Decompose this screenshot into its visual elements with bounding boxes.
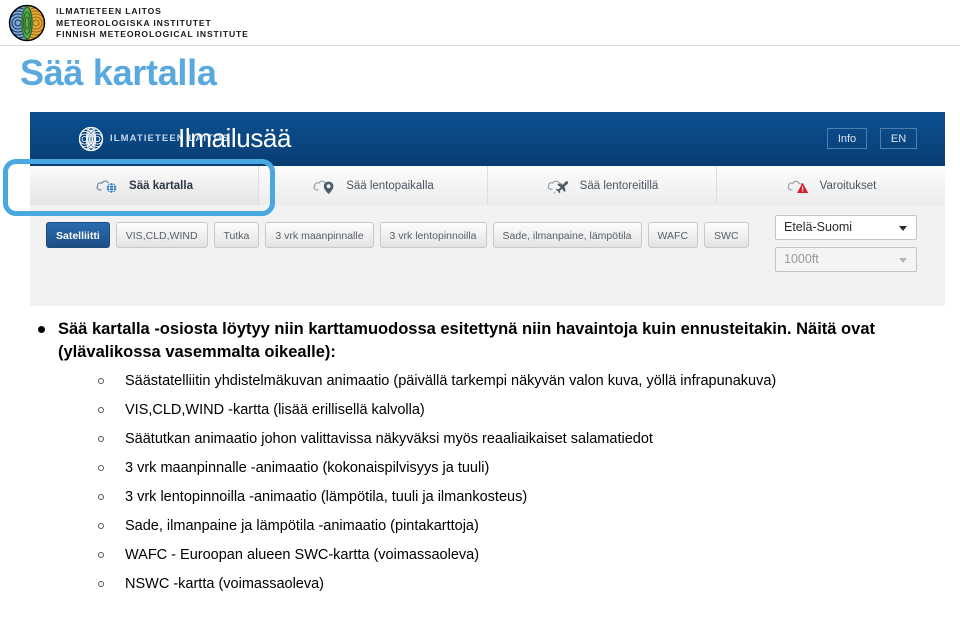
list-item-text: WAFC - Euroopan alueen SWC-kartta (voima… — [125, 547, 480, 563]
tab-label: Sää kartalla — [129, 179, 193, 192]
list-item: NSWC -kartta (voimassaoleva) — [0, 575, 960, 593]
layer-button-wafc[interactable]: WAFC — [647, 222, 699, 248]
app-tab-bar: Sää kartalla Sää lentopaikalla Sää lento… — [30, 166, 945, 206]
list-item-text: NSWC -kartta (voimassaoleva) — [125, 576, 325, 592]
region-select[interactable]: Etelä-Suomi — [775, 215, 917, 240]
tab-saa-lentoreitilla[interactable]: Sää lentoreitillä — [488, 166, 717, 205]
level-select[interactable]: 1000ft — [775, 247, 917, 272]
list-item-text: Sade, ilmanpaine ja lämpötila -animaatio… — [125, 518, 479, 534]
tab-varoitukset[interactable]: Varoitukset — [717, 166, 945, 205]
tab-saa-lentopaikalla[interactable]: Sää lentopaikalla — [259, 166, 488, 205]
bullet-disc-icon — [38, 326, 45, 333]
lead-bullet-text: Sää kartalla -osiosta löytyy niin kartta… — [58, 320, 875, 361]
app-brand-title: Ilmailusää — [178, 123, 292, 153]
cloud-plane-icon — [546, 177, 572, 195]
embedded-app-screenshot: ILMATIETEEN LAITOS Ilmailusää Info EN Sä… — [30, 112, 945, 306]
bullet-circle-icon — [98, 552, 104, 558]
app-layer-control-bar: Satelliitti VIS,CLD,WIND Tutka 3 vrk maa… — [30, 205, 945, 306]
layer-button-3vrk-maanpinnalle[interactable]: 3 vrk maanpinnalle — [265, 222, 374, 248]
list-item-text: Säätutkan animaatio johon valittavissa n… — [125, 431, 653, 447]
layer-button-tutka[interactable]: Tutka — [213, 222, 260, 248]
slide-content: Sää kartalla -osiosta löytyy niin kartta… — [0, 318, 960, 604]
fmi-wordmark: ILMATIETEEN LAITOS METEOROLOGISKA INSTIT… — [56, 6, 249, 41]
language-button[interactable]: EN — [880, 128, 917, 149]
layer-button-sade-ilmanpaine-lampotila[interactable]: Sade, ilmanpaine, lämpötila — [492, 222, 642, 248]
layer-button-swc[interactable]: SWC — [704, 222, 749, 248]
page-title: Sää kartalla — [20, 52, 217, 93]
list-item: VIS,CLD,WIND -kartta (lisää erillisellä … — [0, 401, 960, 419]
sub-bullet-list: Säästatelliitin yhdistelmäkuvan animaati… — [0, 372, 960, 593]
list-item-text: 3 vrk lentopinnoilla -animaatio (lämpöti… — [125, 489, 528, 505]
info-button[interactable]: Info — [827, 128, 867, 149]
cloud-globe-icon — [95, 177, 121, 195]
bullet-circle-icon — [98, 436, 104, 442]
tab-label: Varoitukset — [819, 179, 877, 192]
list-item-text: 3 vrk maanpinnalle -animaatio (kokonaisp… — [125, 460, 490, 476]
region-select-value: Etelä-Suomi — [784, 220, 853, 234]
bullet-circle-icon — [98, 523, 104, 529]
fmi-wordmark-line-en: FINNISH METEOROLOGICAL INSTITUTE — [56, 29, 249, 39]
list-item-text: VIS,CLD,WIND -kartta (lisää erillisellä … — [125, 402, 425, 418]
map-select-group: Etelä-Suomi 1000ft — [775, 215, 917, 272]
level-select-value: 1000ft — [784, 252, 819, 266]
bullet-circle-icon — [98, 581, 104, 587]
list-item: Säästatelliitin yhdistelmäkuvan animaati… — [0, 372, 960, 390]
tab-label: Sää lentoreitillä — [579, 179, 659, 192]
chevron-down-icon — [899, 226, 907, 231]
list-item-text: Säästatelliitin yhdistelmäkuvan animaati… — [125, 373, 777, 389]
list-item: WAFC - Euroopan alueen SWC-kartta (voima… — [0, 546, 960, 564]
app-header-bar: ILMATIETEEN LAITOS Ilmailusää Info EN — [30, 112, 945, 166]
list-item: Säätutkan animaatio johon valittavissa n… — [0, 430, 960, 448]
tab-saa-kartalla[interactable]: Sää kartalla — [30, 166, 259, 205]
tab-label: Sää lentopaikalla — [346, 179, 434, 192]
cloud-warning-triangle-icon — [786, 177, 812, 195]
fmi-masthead: ILMATIETEEN LAITOS METEOROLOGISKA INSTIT… — [0, 0, 960, 46]
bullet-circle-icon — [98, 465, 104, 471]
chevron-down-icon — [899, 258, 907, 263]
list-item: 3 vrk maanpinnalle -animaatio (kokonaisp… — [0, 459, 960, 477]
lead-bullet-item: Sää kartalla -osiosta löytyy niin kartta… — [0, 318, 960, 364]
fmi-globe-logo-icon — [8, 4, 46, 42]
fmi-globe-logo-white-icon — [78, 126, 104, 152]
bullet-circle-icon — [98, 407, 104, 413]
layer-button-satelliitti[interactable]: Satelliitti — [46, 222, 110, 248]
layer-button-vis-cld-wind[interactable]: VIS,CLD,WIND — [115, 222, 208, 248]
layer-button-3vrk-lentopinnoilla[interactable]: 3 vrk lentopinnoilla — [379, 222, 487, 248]
list-item: 3 vrk lentopinnoilla -animaatio (lämpöti… — [0, 488, 960, 506]
cloud-pin-icon — [312, 177, 338, 195]
fmi-wordmark-line-fi: ILMATIETEEN LAITOS — [56, 6, 162, 16]
list-item: Sade, ilmanpaine ja lämpötila -animaatio… — [0, 517, 960, 535]
bullet-circle-icon — [98, 378, 104, 384]
fmi-wordmark-line-sv: METEOROLOGISKA INSTITUTET — [56, 17, 212, 28]
bullet-circle-icon — [98, 494, 104, 500]
